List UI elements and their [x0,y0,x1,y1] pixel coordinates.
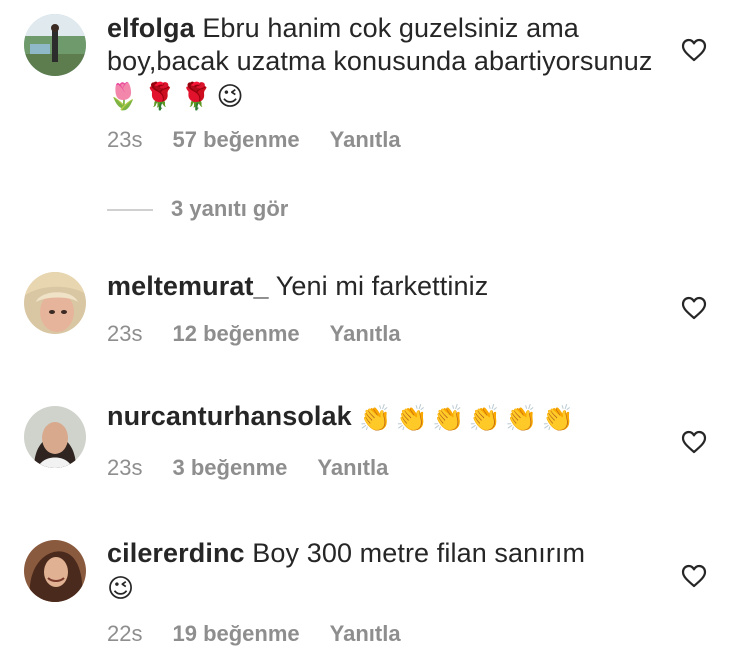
like-heart-icon[interactable] [681,38,707,62]
rose-emoji: 🌹 [179,81,213,111]
reply-button[interactable]: Yanıtla [330,127,401,153]
clapping-hands-emoji: 👏 [359,403,392,433]
reply-button[interactable]: Yanıtla [317,455,388,481]
clapping-hands-emoji: 👏 [541,403,575,433]
clapping-hands-emoji: 👏 [395,403,429,433]
clapping-hands-emoji: 👏 [432,403,465,433]
clapping-hands-emoji: 👏 [468,403,502,433]
likes-count[interactable]: 57 beğenme [172,127,299,153]
avatar[interactable] [24,406,86,468]
comment-text: Boy 300 metre filan sanırım [252,538,586,568]
view-replies-link[interactable]: 3 yanıtı gör [107,196,288,222]
reply-button[interactable]: Yanıtla [330,621,401,647]
comment-time: 23s [107,321,143,346]
tulip-emoji: 🌷 [107,81,140,111]
like-heart-icon[interactable] [681,430,707,454]
comment-username[interactable]: cilererdinc [107,538,245,568]
rose-emoji: 🌹 [143,81,176,111]
comment-time: 23s [107,455,143,480]
clapping-hands-emoji: 👏 [505,403,538,433]
wink-emoji: 😉 [107,573,135,603]
view-replies-label: 3 yanıtı gör [171,196,289,221]
reply-button[interactable]: Yanıtla [330,321,401,347]
avatar[interactable] [24,540,86,602]
likes-count[interactable]: 12 beğenme [172,321,299,347]
comment-username[interactable]: meltemurat_ [107,271,269,301]
avatar[interactable] [24,14,86,76]
avatar[interactable] [24,272,86,334]
likes-count[interactable]: 3 beğenme [172,455,287,481]
comment-text: Yeni mi farkettiniz [275,271,489,301]
replies-divider [107,209,153,212]
comment-username[interactable]: elfolga [107,13,195,43]
comment-time: 22s [107,621,143,646]
wink-emoji: 😉 [216,81,244,111]
comment-username[interactable]: nurcanturhansolak [107,401,352,431]
likes-count[interactable]: 19 beğenme [172,621,299,647]
like-heart-icon[interactable] [681,564,707,588]
comment-time: 23s [107,127,143,152]
like-heart-icon[interactable] [681,296,707,320]
